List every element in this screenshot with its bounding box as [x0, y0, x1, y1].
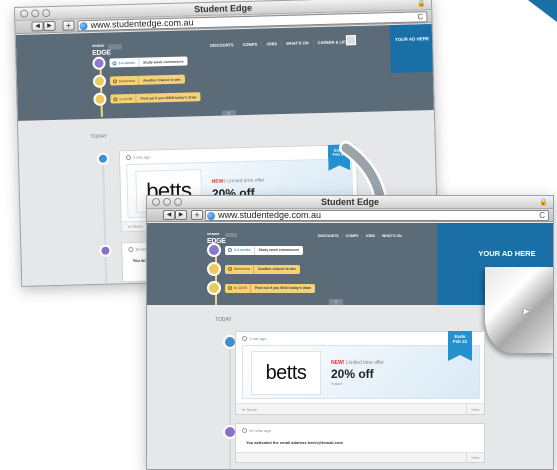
reminder-time: 3-4 weeks	[234, 248, 251, 252]
offer-headline: 20% off	[331, 367, 374, 381]
clock-icon	[228, 248, 232, 252]
offer-tag: NEW!	[331, 360, 345, 366]
nav-link-discounts[interactable]: DISCOUNTS	[315, 234, 342, 238]
star-icon	[207, 262, 221, 276]
window-title: Student Edge	[321, 197, 379, 207]
clock-icon	[228, 267, 232, 271]
reminder-text: Study week commences	[258, 248, 300, 252]
brand-logo: betts	[251, 351, 321, 395]
url-text: www.studentedge.com.au	[218, 210, 322, 220]
clock-icon	[242, 336, 247, 341]
reminder-time: in 14:00	[234, 286, 248, 290]
activity-time: 10 mins ago	[249, 428, 271, 433]
reminder-time: tomorrow	[234, 267, 251, 271]
ad-page-curl	[485, 267, 553, 353]
site-nav: DISCOUNTS COMPS JOBS WHAT'S ON	[315, 231, 405, 240]
offer-time: 1 min ago	[249, 336, 267, 341]
nav-link-comps[interactable]: COMPS	[341, 233, 362, 238]
add-tab-button[interactable]: +	[191, 210, 203, 220]
section-label-today: TODAY	[215, 317, 232, 323]
title-bar: Student Edge 🔒	[147, 196, 553, 209]
activity-text: You activated the email address kevin@to…	[246, 440, 343, 445]
reminder-text: Find out if you WON today's draw	[255, 286, 311, 290]
offer-card[interactable]: 1 min ago betts NEW! Limited time offer …	[235, 331, 485, 415]
clock-icon	[228, 286, 232, 290]
reminder-item[interactable]: 3-4 weeks Study week commences	[207, 243, 304, 257]
clock-icon	[242, 428, 247, 433]
hide-button[interactable]: Hide	[466, 404, 484, 414]
globe-icon	[207, 212, 215, 220]
collapse-tab[interactable]: ‖	[329, 299, 343, 305]
address-bar[interactable]: www.studentedge.com.au C	[205, 210, 549, 221]
activity-card[interactable]: 10 mins ago You activated the email addr…	[235, 423, 485, 463]
reminder-item[interactable]: in 14:00 Find out if you WON today's dra…	[207, 281, 315, 295]
reminder-item[interactable]: tomorrow Another chance to win	[207, 262, 300, 276]
offer-meta: 1 min ago	[242, 336, 267, 341]
nav-link-whats-on[interactable]: WHAT'S ON	[378, 233, 405, 238]
page-content: STUDENT EDGE DISCOUNTS COMPS JOBS WHAT'S …	[147, 223, 553, 469]
lock-icon: 🔒	[539, 199, 548, 206]
reminder-text: Another chance to win	[258, 267, 296, 271]
browser-toolbar: ◀ ▶ + www.studentedge.com.au C	[147, 209, 553, 222]
activity-meta: 10 mins ago	[242, 428, 271, 433]
reload-button[interactable]: C	[539, 211, 545, 220]
hide-button[interactable]: Hide	[466, 453, 484, 462]
offer-tag-rest: Limited time offer	[345, 360, 384, 366]
ad-label: YOUR AD HERE	[478, 249, 536, 258]
offer-subtext: in store	[331, 382, 343, 386]
offer-card-footer: ➦ Share Hide	[236, 403, 484, 414]
nav-link-jobs[interactable]: JOBS	[361, 233, 378, 238]
star-icon	[207, 281, 221, 295]
back-button[interactable]: ◀	[163, 210, 175, 220]
share-button[interactable]: Share	[246, 407, 257, 412]
browser-window-front: Student Edge 🔒 ◀ ▶ + www.studentedge.com…	[146, 195, 554, 470]
ribbon-line2: Feb 22	[452, 338, 468, 344]
calendar-icon	[207, 243, 221, 257]
forward-button[interactable]: ▶	[175, 210, 187, 220]
share-icon: ➦	[242, 407, 246, 412]
feed-timeline-line	[229, 335, 231, 469]
activity-card-footer: Hide	[236, 452, 484, 462]
offer-banner[interactable]: betts NEW! Limited time offer 20% off in…	[242, 345, 480, 399]
cursor-icon: ➤	[521, 306, 531, 318]
offer-tagline: NEW! Limited time offer	[331, 360, 384, 366]
site-search-input[interactable]	[225, 233, 237, 237]
